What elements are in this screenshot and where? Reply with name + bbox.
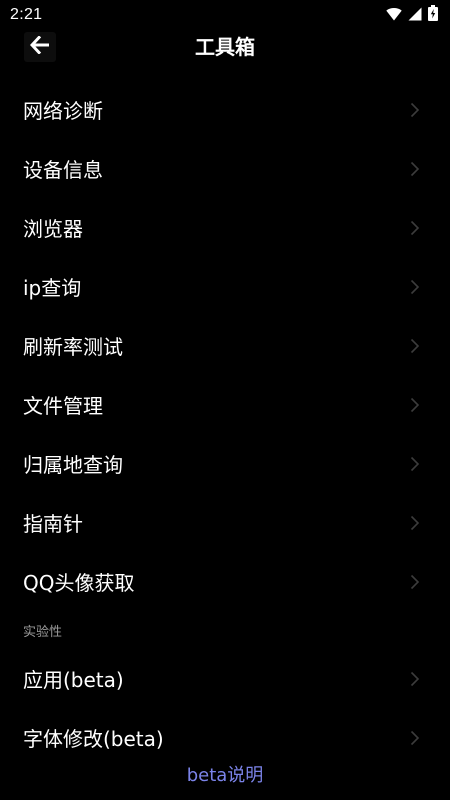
chevron-right-icon xyxy=(410,279,420,295)
menu-item-font-modify-beta[interactable]: 字体修改(beta) xyxy=(0,708,450,767)
menu-item-label: 文件管理 xyxy=(23,394,103,418)
menu-item-label: 浏览器 xyxy=(23,217,83,241)
menu-item-apps-beta[interactable]: 应用(beta) xyxy=(0,649,450,708)
section-header-experimental: 实验性 xyxy=(23,624,63,640)
app-bar: 工具箱 xyxy=(0,30,450,64)
cell-signal-icon xyxy=(408,6,422,25)
chevron-right-icon xyxy=(410,220,420,236)
menu-item-label: 设备信息 xyxy=(23,158,103,182)
menu-item-label: QQ头像获取 xyxy=(23,571,135,595)
chevron-right-icon xyxy=(410,515,420,531)
chevron-right-icon xyxy=(410,730,420,746)
status-time: 2:21 xyxy=(10,6,43,23)
menu-item-qq-avatar[interactable]: QQ头像获取 xyxy=(0,552,450,611)
beta-info-link[interactable]: beta说明 xyxy=(0,762,450,790)
wifi-icon xyxy=(386,6,402,25)
chevron-right-icon xyxy=(410,671,420,687)
chevron-right-icon xyxy=(410,161,420,177)
menu-item-label: 应用(beta) xyxy=(23,668,124,692)
menu-item-ip-lookup[interactable]: ip查询 xyxy=(0,257,450,316)
menu-item-file-manager[interactable]: 文件管理 xyxy=(0,375,450,434)
menu-item-label: 字体修改(beta) xyxy=(23,727,164,751)
battery-charging-icon xyxy=(428,5,438,25)
tool-menu: 网络诊断 设备信息 浏览器 ip查询 刷新率测试 文件管理 归属地查询 指南针 … xyxy=(0,80,450,767)
chevron-right-icon xyxy=(410,574,420,590)
menu-item-compass[interactable]: 指南针 xyxy=(0,493,450,552)
menu-item-location-lookup[interactable]: 归属地查询 xyxy=(0,434,450,493)
page-title: 工具箱 xyxy=(195,35,255,59)
chevron-right-icon xyxy=(410,397,420,413)
status-bar: 2:21 xyxy=(0,0,450,30)
chevron-right-icon xyxy=(410,456,420,472)
menu-item-refresh-rate-test[interactable]: 刷新率测试 xyxy=(0,316,450,375)
menu-item-browser[interactable]: 浏览器 xyxy=(0,198,450,257)
chevron-right-icon xyxy=(410,102,420,118)
status-icons xyxy=(386,5,440,25)
menu-item-label: 刷新率测试 xyxy=(23,335,123,359)
chevron-right-icon xyxy=(410,338,420,354)
menu-item-device-info[interactable]: 设备信息 xyxy=(0,139,450,198)
menu-item-label: ip查询 xyxy=(23,276,82,300)
menu-item-label: 归属地查询 xyxy=(23,453,123,477)
menu-item-label: 指南针 xyxy=(23,512,83,536)
menu-item-network-diagnosis[interactable]: 网络诊断 xyxy=(0,80,450,139)
menu-item-label: 网络诊断 xyxy=(23,99,103,123)
